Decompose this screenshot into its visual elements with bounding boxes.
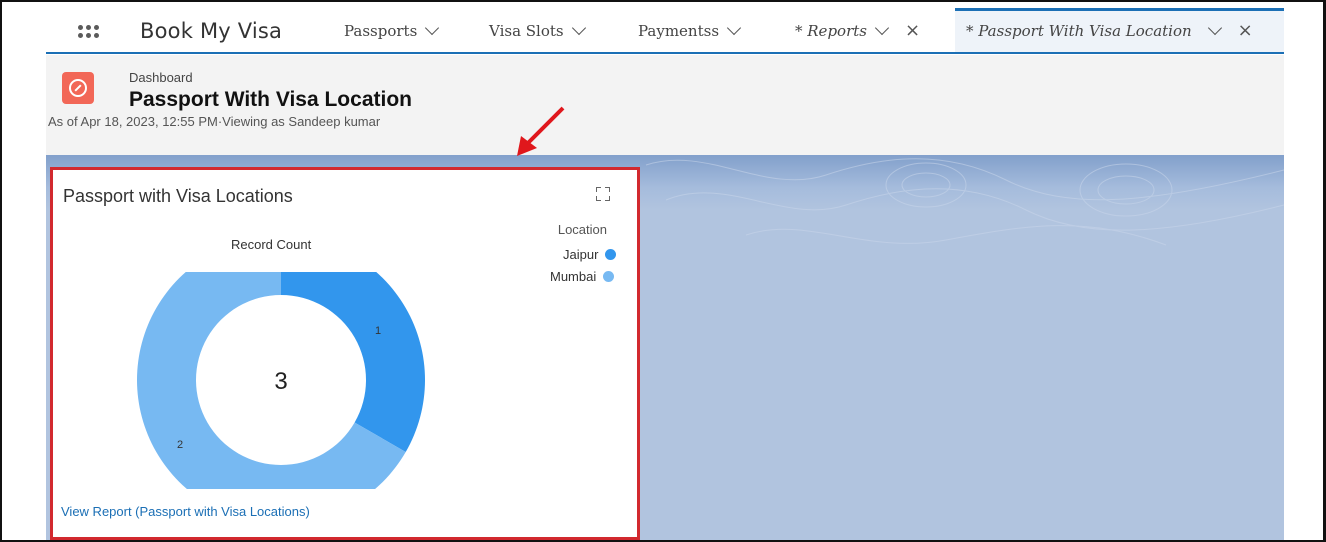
donut-slice-value-label: 1 (375, 325, 381, 337)
donut-chart: 1 2 3 (137, 272, 425, 489)
donut-slice-value-label: 2 (177, 439, 183, 451)
donut-total-label: 3 (274, 368, 287, 395)
dashboard-header: Dashboard Passport With Visa Location As… (46, 55, 1284, 155)
view-report-link[interactable]: View Report (Passport with Visa Location… (61, 504, 310, 519)
dashboard-icon (62, 72, 94, 104)
legend-swatch (605, 249, 617, 260)
passport-with-visa-locations-widget[interactable]: Passport with Visa Locations Record Coun… (50, 167, 640, 540)
top-nav-underline (46, 8, 1284, 54)
widget-title: Passport with Visa Locations (63, 186, 293, 206)
legend-label: Jaipur (563, 247, 599, 262)
legend-swatch (603, 271, 615, 282)
legend-title: Location (557, 222, 607, 237)
chart-measure-label: Record Count (231, 237, 312, 252)
legend-label: Mumbai (550, 269, 597, 284)
legend-item-mumbai[interactable]: Mumbai (550, 269, 615, 284)
page-title: Passport With Visa Location (129, 88, 412, 111)
expand-icon[interactable] (596, 187, 610, 201)
donut-slice-jaipur[interactable] (281, 272, 425, 452)
annotation-arrow (517, 106, 565, 156)
legend-item-jaipur[interactable]: Jaipur (563, 247, 617, 262)
breadcrumb[interactable]: Dashboard (129, 70, 193, 85)
as-of-text: As of Apr 18, 2023, 12:55 PM·Viewing as … (48, 114, 381, 129)
